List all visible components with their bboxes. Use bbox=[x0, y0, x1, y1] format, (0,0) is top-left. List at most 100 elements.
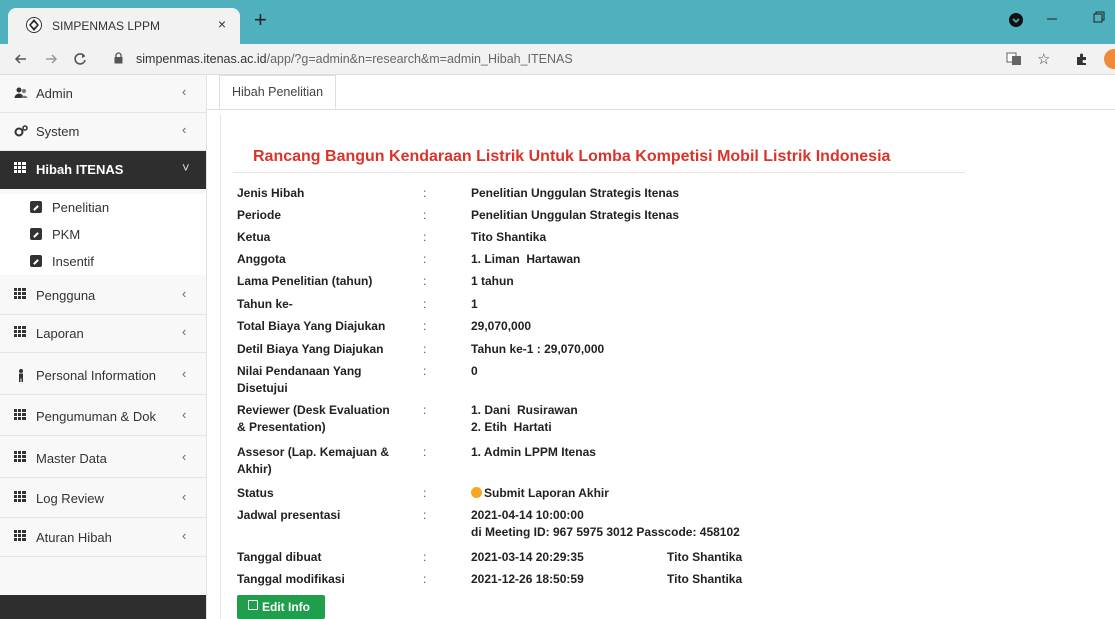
chevron-left-icon: ‹ bbox=[182, 286, 187, 301]
sidebar-item-label: Master Data bbox=[36, 451, 107, 466]
minimize-icon[interactable] bbox=[1045, 14, 1059, 24]
extensions-icon[interactable] bbox=[1075, 52, 1089, 66]
field-label-ketua: Ketua bbox=[237, 230, 271, 244]
field-colon: : bbox=[423, 572, 427, 586]
tab-hibah-penelitian[interactable]: Hibah Penelitian bbox=[219, 75, 337, 109]
sidebar-item-label: Hibah ITENAS bbox=[36, 162, 124, 177]
chevron-left-icon: ‹ bbox=[182, 122, 187, 137]
sidebar-item-laporan[interactable]: Laporan ‹ bbox=[0, 315, 206, 353]
research-title: Rancang Bangun Kendaraan Listrik Untuk L… bbox=[253, 148, 891, 165]
field-colon: : bbox=[423, 319, 427, 333]
field-colon: : bbox=[423, 342, 427, 356]
field-value-status: Submit Laporan Akhir bbox=[471, 485, 609, 502]
grid-icon bbox=[14, 491, 28, 505]
sidebar-item-label: Pengguna bbox=[36, 288, 96, 303]
sidebar-item-label: Laporan bbox=[36, 326, 84, 341]
field-value-nilai-pendanaan: 0 bbox=[471, 364, 478, 378]
sidebar-item-log-review[interactable]: Log Review ‹ bbox=[0, 480, 206, 518]
reload-icon[interactable] bbox=[73, 52, 87, 66]
field-value-ketua: Tito Shantika bbox=[471, 230, 547, 244]
grid-icon bbox=[14, 162, 28, 176]
field-colon: : bbox=[423, 364, 427, 378]
field-label-anggota: Anggota bbox=[237, 252, 286, 266]
sidebar-item-label: Personal Information bbox=[36, 368, 156, 383]
title-divider bbox=[233, 172, 965, 173]
sidebar-item-pengguna[interactable]: Pengguna ‹ bbox=[0, 277, 206, 315]
profile-menu-icon[interactable] bbox=[1008, 12, 1024, 28]
browser-tab[interactable]: SIMPENMAS LPPM × bbox=[8, 8, 240, 44]
grid-icon bbox=[14, 409, 28, 423]
sidebar-item-personal-information[interactable]: Personal Information ‹ bbox=[0, 357, 206, 395]
field-label-tanggal-dibuat: Tanggal dibuat bbox=[237, 550, 322, 564]
field-value-lama-penelitian: 1 tahun bbox=[471, 274, 514, 288]
field-value-reviewer-2: 2. Etih Hartati bbox=[471, 420, 552, 434]
field-label-total-biaya: Total Biaya Yang Diajukan bbox=[237, 319, 386, 333]
back-icon[interactable] bbox=[14, 52, 28, 66]
status-dot-icon bbox=[471, 487, 482, 498]
restore-icon[interactable] bbox=[1092, 10, 1106, 24]
forward-icon[interactable] bbox=[44, 52, 58, 66]
site-favicon-icon bbox=[26, 17, 42, 33]
edit-square-icon bbox=[30, 228, 42, 240]
browser-tab-bar: SIMPENMAS LPPM × + bbox=[0, 0, 1115, 44]
sidebar-item-label: Admin bbox=[36, 86, 73, 101]
sidebar-item-system[interactable]: System ‹ bbox=[0, 113, 206, 151]
field-label-reviewer: Reviewer (Desk Evaluation bbox=[237, 403, 390, 417]
field-value-reviewer-1: 1. Dani Rusirawan bbox=[471, 403, 578, 417]
field-label-tahun-ke: Tahun ke- bbox=[237, 297, 293, 311]
field-colon: : bbox=[423, 486, 427, 500]
field-label-detil-biaya: Detil Biaya Yang Diajukan bbox=[237, 342, 384, 356]
sidebar: Admin ‹ System ‹ Hibah ITENAS ˅ Peneliti… bbox=[0, 75, 207, 619]
chevron-left-icon: ‹ bbox=[182, 324, 187, 339]
submenu-item-label: PKM bbox=[52, 227, 81, 242]
bookmark-star-icon[interactable]: ☆ bbox=[1037, 50, 1050, 68]
submenu-item-penelitian[interactable]: Penelitian bbox=[0, 194, 206, 221]
tab-close-icon[interactable]: × bbox=[218, 16, 226, 32]
edit-info-button[interactable]: Edit Info bbox=[237, 595, 325, 619]
submenu-item-pkm[interactable]: PKM bbox=[0, 221, 206, 248]
grid-icon bbox=[14, 530, 28, 544]
field-value-anggota: 1. Liman Hartawan bbox=[471, 252, 581, 266]
chevron-left-icon: ‹ bbox=[182, 407, 187, 422]
new-tab-button[interactable]: + bbox=[254, 9, 267, 31]
field-value-tanggal-modifikasi: 2021-12-26 18:50:59 bbox=[471, 572, 584, 586]
translate-icon[interactable] bbox=[1006, 52, 1022, 66]
users-icon bbox=[14, 87, 28, 98]
profile-avatar[interactable] bbox=[1104, 49, 1115, 69]
field-colon: : bbox=[423, 274, 427, 288]
url-domain: simpenmas.itenas.ac.id bbox=[136, 52, 267, 66]
field-label-nilai-pendanaan: Nilai Pendanaan Yang bbox=[237, 364, 362, 378]
chevron-left-icon: ‹ bbox=[182, 528, 187, 543]
lock-icon[interactable] bbox=[114, 52, 123, 64]
field-colon: : bbox=[423, 252, 427, 266]
field-colon: : bbox=[423, 445, 427, 459]
field-label-tanggal-modifikasi: Tanggal modifikasi bbox=[237, 572, 345, 586]
field-label-nilai-pendanaan-cont: Disetujui bbox=[237, 381, 288, 395]
sidebar-item-aturan-hibah[interactable]: Aturan Hibah ‹ bbox=[0, 519, 206, 557]
submenu-item-insentif[interactable]: Insentif bbox=[0, 248, 206, 275]
field-colon: : bbox=[423, 230, 427, 244]
status-text: Submit Laporan Akhir bbox=[484, 486, 609, 500]
sidebar-item-master-data[interactable]: Master Data ‹ bbox=[0, 440, 206, 478]
sidebar-item-pengumuman-dok[interactable]: Pengumuman & Dok ‹ bbox=[0, 398, 206, 436]
sidebar-item-admin[interactable]: Admin ‹ bbox=[0, 75, 206, 113]
tab-label: Hibah Penelitian bbox=[232, 85, 324, 99]
field-label-status: Status bbox=[237, 486, 274, 500]
edit-icon bbox=[248, 600, 258, 610]
field-label-assesor: Assesor (Lap. Kemajuan & bbox=[237, 445, 390, 459]
field-label-periode: Periode bbox=[237, 208, 282, 222]
field-colon: : bbox=[423, 550, 427, 564]
submenu-item-label: Insentif bbox=[52, 254, 94, 269]
field-value-tanggal-dibuat: 2021-03-14 20:29:35 bbox=[471, 550, 584, 564]
tab-title: SIMPENMAS LPPM bbox=[52, 19, 161, 33]
chevron-left-icon: ‹ bbox=[182, 366, 187, 381]
edit-info-label: Edit Info bbox=[262, 600, 310, 614]
gears-icon bbox=[14, 125, 28, 137]
field-colon: : bbox=[423, 297, 427, 311]
field-label-lama-penelitian: Lama Penelitian (tahun) bbox=[237, 274, 373, 288]
url-field[interactable]: simpenmas.itenas.ac.id/app/?g=admin&n=re… bbox=[100, 47, 990, 71]
field-colon: : bbox=[423, 508, 427, 522]
address-bar: simpenmas.itenas.ac.id/app/?g=admin&n=re… bbox=[0, 44, 1115, 75]
sidebar-item-hibah-itenas[interactable]: Hibah ITENAS ˅ bbox=[0, 151, 206, 189]
content-tab-bar: Hibah Penelitian bbox=[207, 75, 1115, 110]
